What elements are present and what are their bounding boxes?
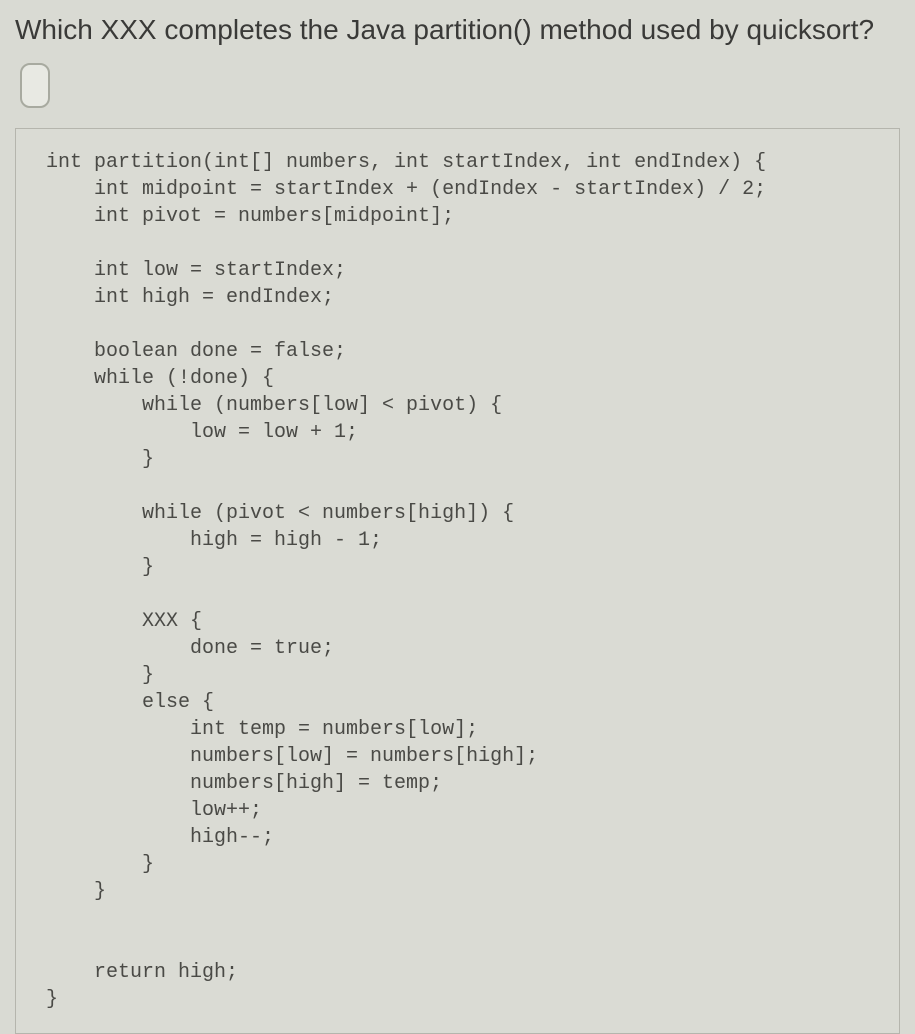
answer-input-placeholder[interactable] xyxy=(20,63,50,108)
code-snippet: int partition(int[] numbers, int startIn… xyxy=(15,128,900,1034)
question-text: Which XXX completes the Java partition()… xyxy=(15,12,900,48)
